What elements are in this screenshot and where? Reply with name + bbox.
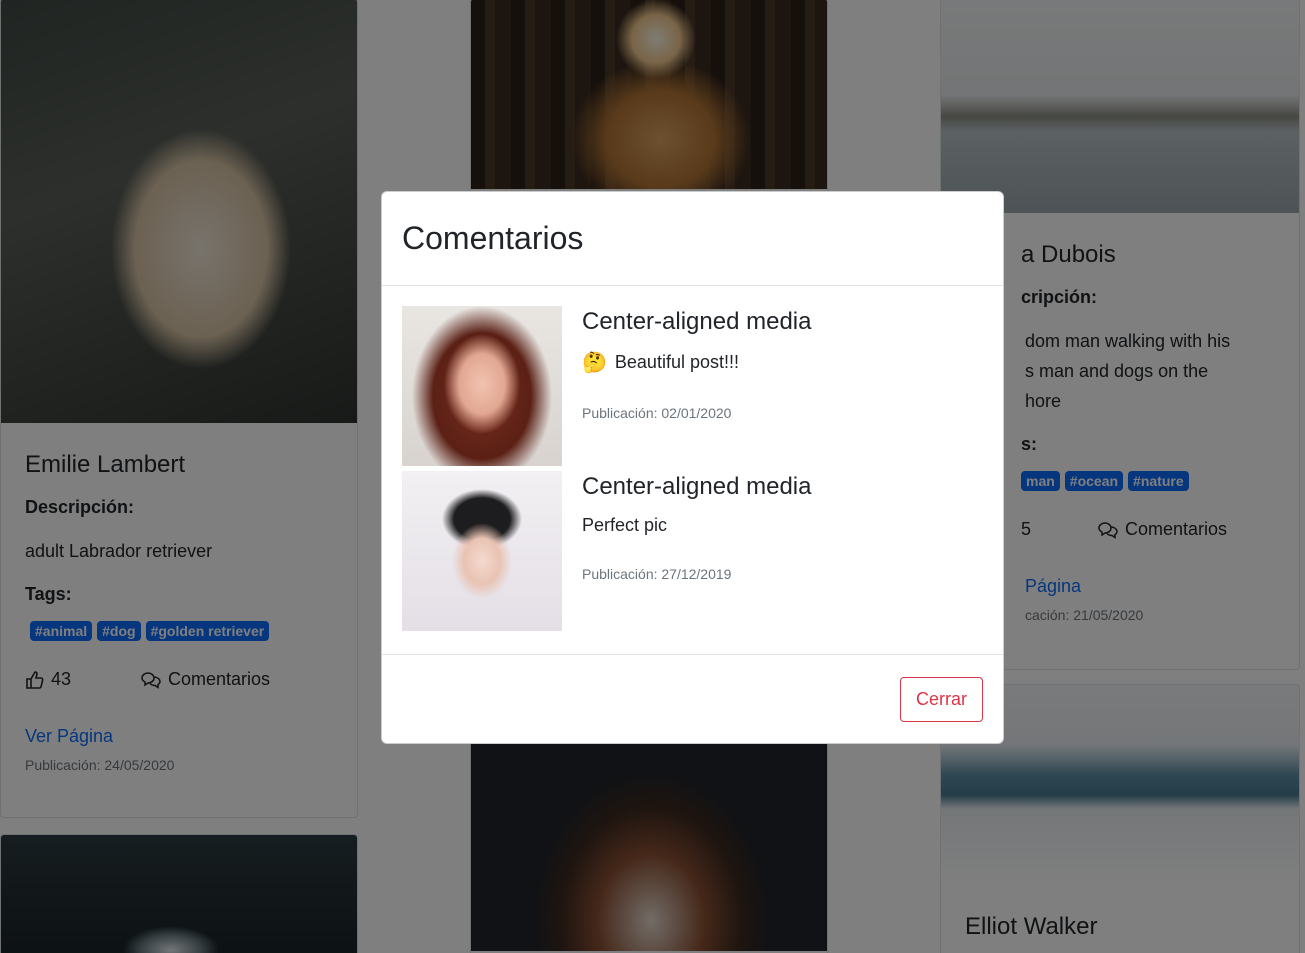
comment-date: Publicación: 02/01/2020 xyxy=(582,405,732,421)
comment-text: Beautiful post!!! xyxy=(614,352,739,372)
comments-modal: Comentarios Center-aligned media 🤔 Beaut… xyxy=(381,191,1004,744)
modal-body: Center-aligned media 🤔 Beautiful post!!!… xyxy=(382,286,1003,656)
modal-footer: Cerrar xyxy=(382,654,1003,743)
comment-text: Perfect pic xyxy=(582,515,668,535)
comment-item: Center-aligned media 🤔 Beautiful post!!!… xyxy=(402,306,983,466)
modal-title: Comentarios xyxy=(402,220,584,256)
comment-text-row: 🤔 Beautiful post!!! xyxy=(582,350,811,375)
comment-date: Publicación: 27/12/2019 xyxy=(582,566,732,582)
comment-text-row: Perfect pic xyxy=(582,515,811,536)
comment-item: Center-aligned media Perfect pic Publica… xyxy=(402,471,983,631)
comment-body: Center-aligned media 🤔 Beautiful post!!!… xyxy=(562,306,811,466)
comment-title: Center-aligned media xyxy=(582,308,812,335)
thinking-face-icon: 🤔 xyxy=(582,352,607,374)
comment-title: Center-aligned media xyxy=(582,473,812,500)
modal-header: Comentarios xyxy=(382,192,1003,286)
avatar xyxy=(402,306,562,466)
avatar xyxy=(402,471,562,631)
close-button[interactable]: Cerrar xyxy=(899,676,983,722)
comment-body: Center-aligned media Perfect pic Publica… xyxy=(562,471,811,631)
